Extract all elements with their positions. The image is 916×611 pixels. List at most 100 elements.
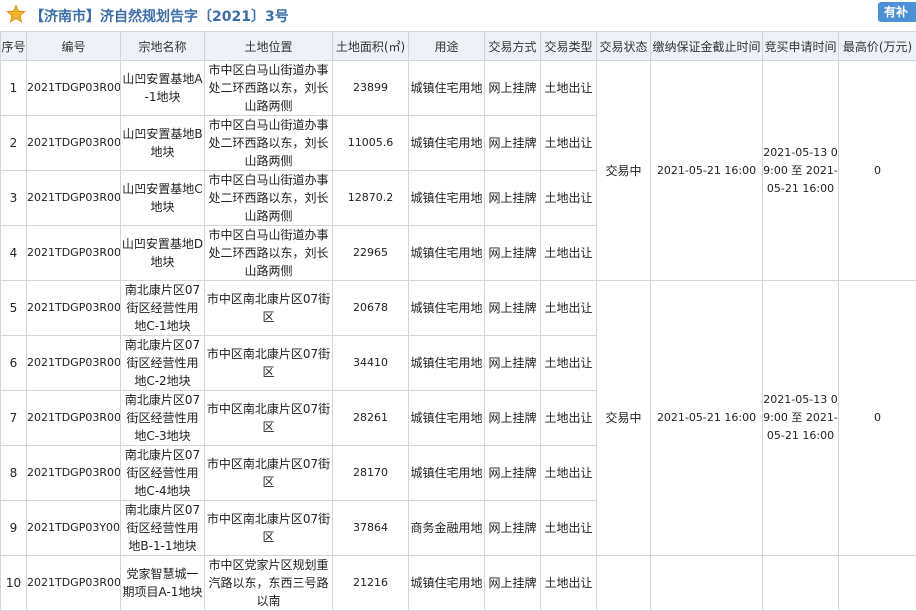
column-header: 缴纳保证金截止时间: [651, 32, 763, 61]
trade-status: 交易中: [597, 281, 651, 556]
parcel-location: 市中区白马山街道办事处二环西路以东，刘长山路两侧: [205, 226, 333, 281]
trade-type: 土地出让: [541, 501, 597, 556]
trade-method: 网上挂牌: [485, 61, 541, 116]
table-row: 1 2021TDGP03R0026 山凹安置基地A-1地块 市中区白马山街道办事…: [1, 61, 916, 116]
land-use: 城镇住宅用地: [409, 116, 485, 171]
row-number: 7: [1, 391, 27, 446]
land-use: 商务金融用地: [409, 501, 485, 556]
trade-method: 网上挂牌: [485, 501, 541, 556]
parcel-area: 23899: [333, 61, 409, 116]
parcel-code: 2021TDGP03R0023: [27, 391, 121, 446]
parcel-name[interactable]: 南北康片区07街区经营性用地C-3地块: [121, 391, 205, 446]
parcel-area: 37864: [333, 501, 409, 556]
trade-type: 土地出让: [541, 171, 597, 226]
parcel-code: 2021TDGP03R0026: [27, 61, 121, 116]
parcel-name[interactable]: 南北康片区07街区经营性用地C-2地块: [121, 336, 205, 391]
row-number: 6: [1, 336, 27, 391]
trade-method: 网上挂牌: [485, 391, 541, 446]
land-use: 城镇住宅用地: [409, 336, 485, 391]
parcel-area: 22965: [333, 226, 409, 281]
land-use: 城镇住宅用地: [409, 391, 485, 446]
table-row: 5 2021TDGP03R0021 南北康片区07街区经营性用地C-1地块 市中…: [1, 281, 916, 336]
land-use: 城镇住宅用地: [409, 171, 485, 226]
column-header: 交易方式: [485, 32, 541, 61]
parcel-name[interactable]: 南北康片区07街区经营性用地B-1-1地块: [121, 501, 205, 556]
parcel-location: 市中区南北康片区07街区: [205, 446, 333, 501]
trade-type: 土地出让: [541, 116, 597, 171]
land-use: 城镇住宅用地: [409, 281, 485, 336]
star-icon[interactable]: [6, 4, 26, 24]
parcel-code: 2021TDGP03R0022: [27, 336, 121, 391]
max-price: 0: [839, 61, 916, 281]
trade-type: 土地出让: [541, 226, 597, 281]
parcel-code: 2021TDGP03R0027: [27, 116, 121, 171]
notice-title: 【济南市】济自然规划告字〔2021〕3号: [30, 6, 289, 26]
parcel-code: 2021TDGP03R0030: [27, 556, 121, 611]
column-header: 用途: [409, 32, 485, 61]
parcel-area: 28261: [333, 391, 409, 446]
parcel-code: 2021TDGP03R0024: [27, 446, 121, 501]
table-header-row: 序号 编号 宗地名称 土地位置 土地面积(㎡) 用途 交易方式 交易类型 交易状…: [1, 32, 916, 61]
parcel-location: 市中区白马山街道办事处二环西路以东，刘长山路两侧: [205, 171, 333, 226]
land-use: 城镇住宅用地: [409, 61, 485, 116]
trade-type: 土地出让: [541, 556, 597, 611]
land-use: 城镇住宅用地: [409, 556, 485, 611]
apply-time: [763, 556, 839, 611]
trade-method: 网上挂牌: [485, 336, 541, 391]
parcel-location: 市中区党家片区规划重汽路以东，东西三号路以南: [205, 556, 333, 611]
parcel-location: 市中区南北康片区07街区: [205, 281, 333, 336]
column-header: 最高价(万元): [839, 32, 916, 61]
trade-method: 网上挂牌: [485, 116, 541, 171]
parcel-name[interactable]: 山凹安置基地C地块: [121, 171, 205, 226]
notice-title-bar: 【济南市】济自然规划告字〔2021〕3号 有补: [0, 0, 916, 30]
row-number: 3: [1, 171, 27, 226]
parcel-name[interactable]: 南北康片区07街区经营性用地C-4地块: [121, 446, 205, 501]
row-number: 1: [1, 61, 27, 116]
parcel-code: 2021TDGP03Y0025: [27, 501, 121, 556]
parcel-area: 21216: [333, 556, 409, 611]
parcel-location: 市中区南北康片区07街区: [205, 501, 333, 556]
row-number: 8: [1, 446, 27, 501]
parcel-code: 2021TDGP03R0029: [27, 226, 121, 281]
trade-status: 交易中: [597, 61, 651, 281]
deposit-deadline: [651, 556, 763, 611]
land-use: 城镇住宅用地: [409, 226, 485, 281]
supplement-tag[interactable]: 有补: [878, 2, 916, 22]
trade-type: 土地出让: [541, 61, 597, 116]
trade-method: 网上挂牌: [485, 226, 541, 281]
column-header: 编号: [27, 32, 121, 61]
trade-method: 网上挂牌: [485, 446, 541, 501]
table-row: 10 2021TDGP03R0030 党家智慧城一期项目A-1地块 市中区党家片…: [1, 556, 916, 611]
row-number: 2: [1, 116, 27, 171]
parcel-name[interactable]: 山凹安置基地D地块: [121, 226, 205, 281]
trade-type: 土地出让: [541, 336, 597, 391]
trade-status: [597, 556, 651, 611]
trade-method: 网上挂牌: [485, 171, 541, 226]
parcel-name[interactable]: 党家智慧城一期项目A-1地块: [121, 556, 205, 611]
parcel-name[interactable]: 山凹安置基地A-1地块: [121, 61, 205, 116]
parcel-location: 市中区白马山街道办事处二环西路以东，刘长山路两侧: [205, 116, 333, 171]
parcel-location: 市中区白马山街道办事处二环西路以东，刘长山路两侧: [205, 61, 333, 116]
parcel-area: 34410: [333, 336, 409, 391]
parcel-code: 2021TDGP03R0021: [27, 281, 121, 336]
trade-type: 土地出让: [541, 391, 597, 446]
parcel-code: 2021TDGP03R0028: [27, 171, 121, 226]
parcel-area: 20678: [333, 281, 409, 336]
apply-time: 2021-05-13 09:00 至 2021-05-21 16:00: [763, 61, 839, 281]
parcel-name[interactable]: 南北康片区07街区经营性用地C-1地块: [121, 281, 205, 336]
trade-method: 网上挂牌: [485, 281, 541, 336]
parcel-area: 28170: [333, 446, 409, 501]
column-header: 土地位置: [205, 32, 333, 61]
row-number: 4: [1, 226, 27, 281]
deposit-deadline: 2021-05-21 16:00: [651, 281, 763, 556]
column-header: 竞买申请时间: [763, 32, 839, 61]
parcel-area: 11005.6: [333, 116, 409, 171]
column-header: 宗地名称: [121, 32, 205, 61]
land-use: 城镇住宅用地: [409, 446, 485, 501]
column-header: 土地面积(㎡): [333, 32, 409, 61]
column-header: 交易状态: [597, 32, 651, 61]
parcel-location: 市中区南北康片区07街区: [205, 336, 333, 391]
parcel-name[interactable]: 山凹安置基地B地块: [121, 116, 205, 171]
apply-time: 2021-05-13 09:00 至 2021-05-21 16:00: [763, 281, 839, 556]
trade-type: 土地出让: [541, 281, 597, 336]
